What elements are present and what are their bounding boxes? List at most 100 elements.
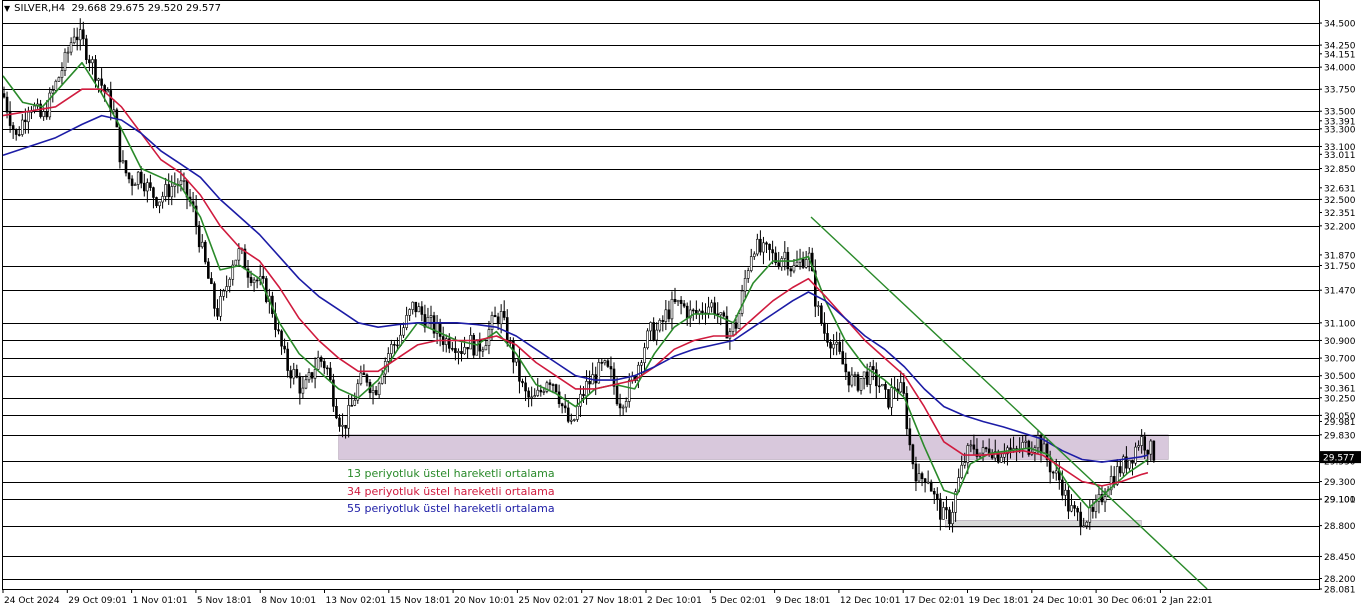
- candle-body: [146, 182, 149, 192]
- candle-body: [801, 258, 805, 268]
- candle-body: [548, 382, 552, 385]
- candle-body: [752, 253, 756, 257]
- x-tick-label: 24 Dec 10:01: [1033, 596, 1094, 606]
- candle-body: [691, 309, 695, 312]
- candle-body: [20, 119, 24, 135]
- candle-body: [24, 119, 27, 123]
- candle-body: [133, 184, 137, 186]
- candle-body: [283, 345, 286, 350]
- y-tick-label: 34.151: [1324, 50, 1356, 60]
- y-tick-label: 29.981: [1324, 418, 1356, 428]
- candle-body: [451, 348, 454, 350]
- candle-body: [1064, 489, 1067, 496]
- y-tick-label: 31.870: [1324, 251, 1356, 261]
- candle-body: [57, 77, 61, 82]
- candle-body: [609, 366, 613, 370]
- x-tick-label: 29 Oct 09:01: [68, 596, 127, 606]
- candle-body: [329, 367, 332, 381]
- candle-body: [72, 36, 76, 44]
- candle-body: [304, 379, 308, 389]
- x-tick-label: 12 Dec 10:01: [840, 596, 901, 606]
- candle-body: [295, 369, 299, 378]
- candle-body: [942, 507, 945, 520]
- candle-body: [69, 42, 73, 53]
- candle-body: [42, 111, 45, 117]
- candle-body: [1143, 436, 1146, 451]
- price-chart[interactable]: 34.50034.25034.15134.00033.75033.50033.3…: [0, 0, 1362, 611]
- candle-body: [496, 316, 500, 325]
- candle-body: [91, 59, 94, 64]
- candle-body: [85, 38, 88, 61]
- candle-body: [640, 362, 643, 366]
- candle-body: [685, 305, 689, 319]
- candle-body: [249, 277, 253, 284]
- y-tick-label: 33.750: [1324, 86, 1356, 96]
- candle-body: [664, 309, 668, 322]
- candle-body: [51, 90, 55, 94]
- candle-body: [917, 473, 921, 482]
- candle-body: [539, 389, 543, 393]
- candle-body: [701, 310, 704, 314]
- candle-body: [960, 464, 964, 478]
- candle-body: [78, 29, 82, 41]
- candle-body: [454, 348, 457, 353]
- candle-body: [951, 512, 954, 525]
- candle-body: [817, 305, 820, 308]
- x-tick-label: 19 Dec 18:01: [969, 596, 1030, 606]
- candle-body: [54, 80, 58, 91]
- y-tick-label: 28.800: [1324, 522, 1356, 532]
- candle-body: [277, 329, 280, 332]
- y-axis: 34.50034.25034.15134.00033.75033.50033.3…: [1319, 0, 1362, 611]
- candle-body: [444, 338, 448, 345]
- candle-body: [984, 447, 988, 450]
- candle-body: [420, 306, 424, 315]
- candle-body: [130, 178, 134, 186]
- candle-body: [530, 396, 533, 399]
- y-tick-label: 30.900: [1324, 337, 1356, 347]
- candle-body: [359, 372, 363, 385]
- candle-body: [60, 70, 64, 78]
- candle-body: [563, 405, 567, 409]
- candle-body: [408, 309, 411, 316]
- candle-body: [603, 360, 607, 364]
- candle-body: [551, 384, 555, 386]
- candle-body: [402, 327, 405, 336]
- candle-body: [475, 339, 479, 356]
- candle-body: [319, 357, 323, 362]
- candle-body: [298, 376, 302, 394]
- candle-body: [322, 361, 326, 369]
- candle-body: [939, 498, 942, 520]
- candle-body: [396, 344, 399, 347]
- candle-body: [1079, 511, 1082, 527]
- y-tick-label: 32.351: [1324, 209, 1356, 219]
- candle-body: [158, 201, 161, 207]
- candle-body: [914, 463, 918, 482]
- candle-body: [527, 390, 530, 398]
- candle-body: [143, 182, 146, 192]
- candle-body: [136, 171, 140, 185]
- candle-body: [5, 96, 9, 113]
- candle-body: [429, 315, 433, 318]
- ema55-line: [2, 114, 1149, 463]
- y-tick-label: 33.300: [1324, 125, 1356, 135]
- candle-body: [48, 92, 52, 118]
- y-tick-label: 28.200: [1324, 575, 1356, 585]
- y-tick-label: 32.631: [1324, 184, 1356, 194]
- candle-body: [411, 301, 415, 310]
- y-tick-label: 33.011: [1324, 151, 1356, 161]
- y-tick-label: 28.081: [1324, 586, 1356, 596]
- candle-body: [1146, 449, 1150, 455]
- candle-body: [679, 299, 683, 304]
- candle-body: [728, 331, 732, 339]
- candle-body: [66, 51, 70, 54]
- candle-body: [1024, 440, 1028, 443]
- candle-body: [88, 59, 91, 64]
- y-tick-label: 30.700: [1324, 355, 1356, 365]
- candle-body: [1073, 505, 1076, 509]
- candle-body: [792, 265, 796, 272]
- y-tick-label: 28.450: [1324, 553, 1356, 563]
- candle-body: [707, 306, 710, 314]
- candle-body: [505, 317, 509, 344]
- candle-body: [865, 371, 869, 385]
- candle-body: [713, 302, 716, 315]
